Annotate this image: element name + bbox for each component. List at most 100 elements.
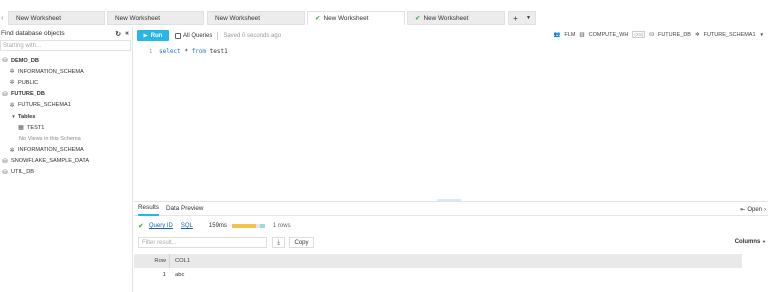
object-search-input[interactable]: Starting with... [0,40,131,51]
open-history-button[interactable]: ⇤ Open › [740,206,766,214]
object-tree: ⛁ DEMO_DB ✲ INFORMATION_SCHEMA ✲ PUBLIC … [0,55,132,178]
plus-icon[interactable]: + [513,14,518,23]
code-line[interactable]: select * from test1 [159,48,228,55]
filter-result-input[interactable]: Filter result... [138,237,267,248]
context-selector[interactable]: 👥 FLM ▥ COMPUTE_WH (XS) ⛁ FUTURE_DB ✲ FU… [554,31,764,38]
chevron-down-icon: ▼ [762,239,766,244]
saved-status: Saved 0 seconds ago [223,32,282,39]
column-header-col1[interactable]: COL1 [169,254,190,268]
keyword-from: from [191,48,207,55]
tab-results[interactable]: Results [138,202,159,216]
sidebar-header: Find database objects ↻ « [0,27,132,40]
duration-bar-fill [231,224,256,228]
tree-item-label: No Views in this Schema [19,135,81,142]
worksheet-tab[interactable]: New Worksheet [8,11,105,25]
chevron-down-icon[interactable]: ▼ [760,32,764,37]
play-icon: ▶ [143,32,148,39]
query-id-link[interactable]: Query ID [149,223,173,229]
star-token: * [184,48,188,55]
sql-link[interactable]: SQL [181,223,193,229]
role-label[interactable]: FLM [564,32,575,38]
tree-item-database[interactable]: ⛁ DEMO_DB [0,55,132,66]
tree-item-schema[interactable]: ✲ INFORMATION_SCHEMA [0,145,132,156]
tree-item-label: FUTURE_SCHEMA1 [18,102,71,109]
line-number: 1 [149,49,153,55]
tab-label: New Worksheet [423,14,469,22]
database-icon: ⛁ [2,169,8,176]
columns-button[interactable]: Columns ▼ [735,239,766,245]
role-icon: 👥 [553,31,561,38]
tab-label: New Worksheet [323,14,369,22]
row-count: 1 rows [272,223,291,229]
database-icon: ⛁ [2,58,8,65]
tree-item-schema[interactable]: ✲ PUBLIC [0,77,132,88]
success-check-icon: ✔ [138,223,144,230]
open-label: Open [747,206,762,213]
copy-button[interactable]: Copy [289,237,314,248]
keyword-select: select [159,48,181,55]
worksheet-tab-active[interactable]: ✔ New Worksheet [307,11,405,25]
database-icon: ⛁ [649,31,654,38]
results-grid-header: Row COL1 [134,254,742,268]
table-row[interactable]: 1 abc [134,269,742,281]
download-button[interactable]: ⤓ [272,237,285,248]
chevron-right-icon: › [764,206,766,213]
duration-bar-tail [259,224,265,228]
schema-icon: ✲ [9,102,15,109]
worksheet-tab[interactable]: New Worksheet [107,11,204,25]
worksheet-toolbar: ▶ Run All Queries Saved 0 seconds ago 👥 … [134,29,768,42]
tree-item-table[interactable]: ▦ TEST1 [0,122,132,133]
tree-item-label: DEMO_DB [11,57,39,64]
caret-down-icon: ▼ [11,114,16,120]
check-icon: ✔ [415,15,421,22]
database-icon: ⛁ [2,91,8,98]
toolbar-divider [217,31,219,40]
warehouse-size-badge: (XS) [632,31,646,38]
tree-item-database[interactable]: ⛁ SNOWFLAKE_SAMPLE_DATA [0,156,132,167]
table-icon: ▦ [18,125,24,132]
database-label[interactable]: FUTURE_DB [658,32,691,38]
tab-bar: ‹ New Worksheet New Worksheet New Worksh… [0,8,768,27]
refresh-icon[interactable]: ↻ [115,30,121,38]
add-tab-button[interactable]: + ▼ [508,11,536,25]
duration-bar [231,224,265,228]
tab-label: New Worksheet [215,14,260,22]
tab-scroll-left-icon[interactable]: ‹ [1,13,4,22]
col1-cell[interactable]: abc [169,272,184,278]
database-icon: ⛁ [2,158,8,165]
tab-label: New Worksheet [16,14,61,22]
chevron-down-icon[interactable]: ▼ [526,15,531,21]
all-queries-checkbox[interactable]: All Queries [175,32,212,39]
column-header-row[interactable]: Row [134,258,169,264]
worksheet-tab[interactable]: ✔ New Worksheet [407,11,505,25]
tree-item-database[interactable]: ⛁ UTIL_DB [0,167,132,178]
schema-icon: ✲ [694,31,700,38]
tab-data-preview[interactable]: Data Preview [166,202,203,216]
columns-label: Columns [734,239,761,245]
run-button-label: Run [150,32,163,39]
tree-item-label: INFORMATION_SCHEMA [18,68,84,75]
schema-icon: ✲ [9,80,15,87]
tree-item-label: SNOWFLAKE_SAMPLE_DATA [11,158,90,165]
tree-item-database[interactable]: ⛁ FUTURE_DB [0,89,132,100]
row-number-cell: 1 [162,272,166,278]
tree-item-label: PUBLIC [18,79,39,86]
tree-item-tables-group[interactable]: ▼ Tables [0,111,132,122]
tree-item-schema[interactable]: ✲ INFORMATION_SCHEMA [0,66,132,77]
warehouse-label[interactable]: COMPUTE_WH [589,32,629,38]
query-info: ✔ Query ID SQL 159ms 1 rows [138,221,291,231]
schema-icon: ✲ [9,147,15,154]
results-tabs: Results Data Preview ⇤ Open › [134,202,768,216]
history-icon: ⇤ [740,207,746,213]
tree-item-empty-note: No Views in this Schema [0,133,132,144]
tab-label: New Worksheet [115,14,160,22]
table-token: test1 [209,48,228,55]
sidebar-title: Find database objects [1,30,65,37]
schema-label[interactable]: FUTURE_SCHEMA1 [704,32,756,38]
worksheet-tab[interactable]: New Worksheet [207,11,305,25]
run-button[interactable]: ▶ Run [137,30,169,41]
tree-item-schema[interactable]: ✲ FUTURE_SCHEMA1 [0,100,132,111]
checkbox-icon[interactable] [175,32,181,39]
sql-editor[interactable]: 1 select * from test1 [134,45,768,197]
collapse-sidebar-icon[interactable]: « [125,30,129,38]
